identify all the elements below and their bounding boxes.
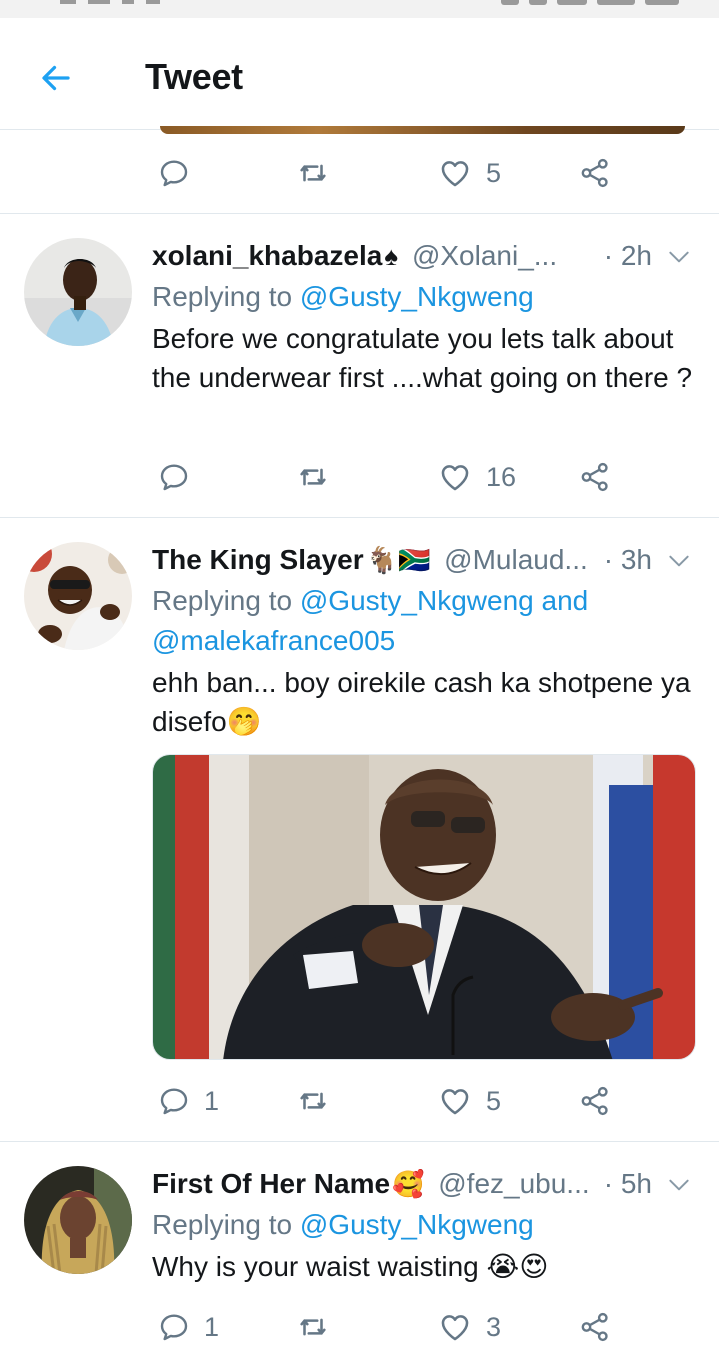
share-button[interactable] [578, 447, 612, 507]
chevron-down-icon [669, 555, 689, 567]
divider [0, 213, 719, 214]
like-count: 5 [486, 157, 502, 188]
retweet-icon [300, 468, 326, 486]
mention-link-2[interactable]: @malekafrance005 [152, 625, 395, 656]
replying-conjunction: and [533, 585, 589, 616]
previous-tweet-actions: 5 [0, 143, 719, 203]
reply-icon [160, 160, 188, 187]
heart-icon [441, 1315, 469, 1341]
chevron-down-icon [669, 1179, 689, 1191]
like-button[interactable]: 5 [438, 1071, 501, 1131]
reply-count: 1 [204, 1085, 220, 1116]
tweet-content: xolani_khabazela♠ @Xolani_... · 2h Reply… [152, 236, 700, 397]
previous-tweet-media[interactable] [160, 126, 685, 134]
replying-prefix: Replying to [152, 1209, 300, 1240]
divider [0, 1141, 719, 1142]
more-options-button[interactable] [666, 244, 692, 270]
reply-button[interactable] [158, 143, 204, 203]
divider [0, 517, 719, 518]
retweet-button[interactable] [296, 1297, 344, 1354]
name-emoji: ♠ [384, 241, 399, 271]
display-name[interactable]: First Of Her Name [152, 1168, 390, 1199]
tweet-header: The King Slayer🐐🇿🇦 @Mulaud... · 3h [152, 540, 700, 580]
more-options-button[interactable] [666, 548, 692, 574]
mention-link[interactable]: @Gusty_Nkgweng [300, 585, 534, 616]
reply-icon [160, 464, 188, 491]
tweet-header: xolani_khabazela♠ @Xolani_... · 2h [152, 236, 700, 276]
user-handle[interactable]: @Mulaud... [444, 544, 588, 575]
app-bar: Tweet [0, 18, 719, 130]
avatar[interactable] [24, 1166, 132, 1274]
share-icon [581, 462, 608, 492]
replying-to: Replying to @Gusty_Nkgweng [152, 277, 700, 317]
tweet-actions: 16 [0, 447, 719, 507]
like-count: 16 [486, 461, 517, 492]
user-handle[interactable]: @Xolani_... [412, 240, 557, 271]
like-button[interactable]: 16 [438, 447, 516, 507]
tweet-text: Why is your waist waisting 😭😍 [152, 1251, 549, 1282]
share-button[interactable] [578, 1071, 612, 1131]
user-handle[interactable]: @fez_ubu... [438, 1168, 589, 1199]
like-button[interactable]: 3 [438, 1297, 501, 1354]
share-button[interactable] [578, 1297, 612, 1354]
retweet-icon [300, 164, 326, 182]
mention-link[interactable]: @Gusty_Nkgweng [300, 281, 534, 312]
avatar[interactable] [24, 238, 132, 346]
reply-button[interactable]: 1 [158, 1297, 219, 1354]
display-name[interactable]: xolani_khabazela [152, 240, 382, 271]
replying-to: Replying to @Gusty_Nkgweng [152, 1205, 700, 1245]
more-options-button[interactable] [666, 1172, 692, 1198]
tweet-header: First Of Her Name🥰 @fez_ubu... · 5h [152, 1164, 700, 1204]
signal-icons [60, 0, 190, 6]
tweet-content: First Of Her Name🥰 @fez_ubu... · 5h Repl… [152, 1164, 700, 1286]
tweet-text: ehh ban... boy oirekile cash ka shotpene… [152, 667, 691, 737]
replying-to: Replying to @Gusty_Nkgweng and @malekafra… [152, 581, 700, 661]
like-button[interactable]: 5 [438, 143, 501, 203]
share-icon [581, 158, 608, 188]
heart-icon [441, 161, 469, 187]
page-title: Tweet [145, 56, 243, 97]
replying-prefix: Replying to [152, 281, 300, 312]
reply-icon [160, 1088, 188, 1115]
heart-icon [441, 1089, 469, 1115]
battery-clock-icons [491, 0, 679, 6]
timestamp[interactable]: · 3h [604, 540, 652, 580]
chevron-down-icon [669, 251, 689, 263]
reply-button[interactable]: 1 [158, 1071, 219, 1131]
reply-button[interactable] [158, 447, 204, 507]
share-icon [581, 1086, 608, 1116]
timestamp[interactable]: · 5h [604, 1164, 652, 1204]
tweet-content: The King Slayer🐐🇿🇦 @Mulaud... · 3h Reply… [152, 540, 700, 741]
tweet-media-image[interactable] [152, 754, 696, 1060]
display-name[interactable]: The King Slayer [152, 544, 364, 575]
retweet-button[interactable] [296, 447, 344, 507]
share-icon [581, 1312, 608, 1342]
reply-icon [160, 1314, 188, 1341]
status-bar [0, 0, 719, 18]
tweet-actions: 1 5 [0, 1071, 719, 1131]
mention-link[interactable]: @Gusty_Nkgweng [300, 1209, 534, 1240]
heart-icon [441, 465, 469, 491]
tweet-text: Before we congratulate you lets talk abo… [152, 323, 693, 393]
timestamp[interactable]: · 2h [604, 236, 652, 276]
like-count: 5 [486, 1085, 502, 1116]
name-emoji: 🐐🇿🇦 [365, 545, 431, 575]
reply-count: 1 [204, 1311, 220, 1342]
retweet-button[interactable] [296, 1071, 344, 1131]
arrow-left-icon [42, 65, 70, 91]
replying-prefix: Replying to [152, 585, 300, 616]
share-button[interactable] [578, 143, 612, 203]
retweet-icon [300, 1318, 326, 1336]
name-emoji: 🥰 [392, 1169, 425, 1199]
back-button[interactable] [34, 56, 78, 100]
retweet-icon [300, 1092, 326, 1110]
tweet-actions: 1 3 [0, 1297, 719, 1354]
retweet-button[interactable] [296, 143, 344, 203]
like-count: 3 [486, 1311, 502, 1342]
avatar[interactable] [24, 542, 132, 650]
